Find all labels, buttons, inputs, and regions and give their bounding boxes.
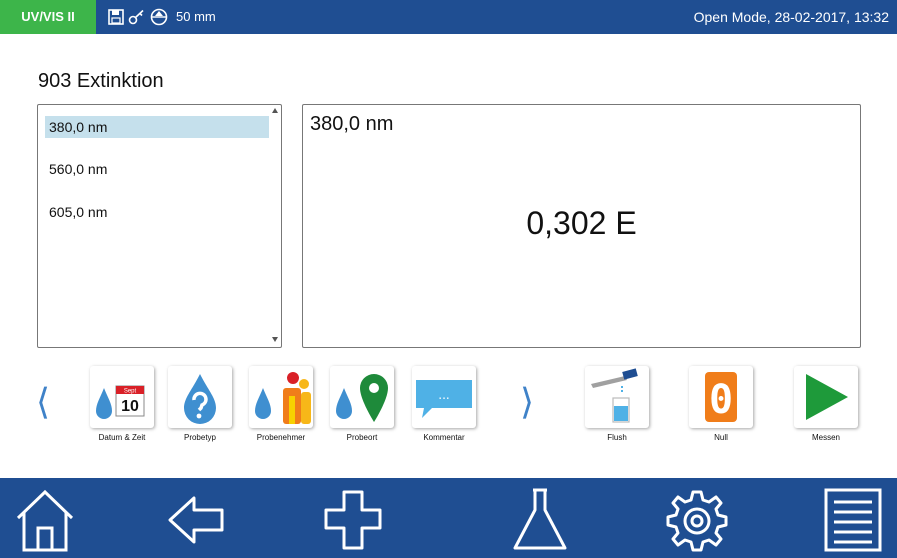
status-icons [108, 8, 168, 26]
location-drop-icon [330, 366, 394, 428]
probeort-label: Probeort [346, 433, 378, 442]
mode-datetime: Open Mode, 28-02-2017, 13:32 [693, 9, 889, 25]
result-wavelength: 380,0 nm [310, 113, 394, 135]
result-panel: 380,0 nm 0,302 E [302, 104, 861, 348]
wavelength-item-380[interactable]: 380,0 nm [45, 116, 269, 138]
person-drop-icon [249, 366, 313, 428]
save-icon [108, 9, 124, 25]
null-glyph: 0 [709, 377, 733, 423]
bottom-nav-bar [0, 478, 897, 558]
cuvette-size: 50 mm [176, 9, 216, 24]
flush-icon [585, 366, 649, 428]
page-title: 903 Extinktion [38, 70, 164, 92]
result-value: 0,302 E [526, 205, 637, 241]
kommentar-button[interactable]: ... Kommentar [412, 366, 476, 442]
toolbar-next-arrow[interactable]: ⟩ [520, 383, 534, 423]
calendar-month: Sept [124, 389, 137, 395]
flask-icon[interactable] [505, 486, 575, 554]
settings-icon[interactable] [662, 486, 732, 554]
home-icon[interactable] [10, 486, 80, 554]
question-drop-icon [168, 366, 232, 428]
calendar-day: 10 [121, 398, 139, 415]
mode-tag: UV/VIS II [0, 0, 96, 34]
probenehmer-button[interactable]: Probenehmer [249, 366, 313, 442]
probeort-button[interactable]: Probeort [330, 366, 394, 442]
wavelength-list[interactable]: 380,0 nm 560,0 nm 605,0 nm [37, 104, 282, 348]
probenehmer-label: Probenehmer [256, 433, 306, 442]
messen-label: Messen [811, 433, 840, 442]
null-label: Null [714, 433, 728, 442]
kommentar-label: Kommentar [423, 433, 465, 442]
scroll-up-arrow[interactable] [272, 108, 278, 113]
flush-button[interactable]: Flush [585, 366, 649, 442]
flush-label: Flush [607, 433, 627, 442]
menu-icon[interactable] [818, 486, 888, 554]
play-icon [794, 366, 858, 428]
probetyp-button[interactable]: Probetyp [168, 366, 232, 442]
datum-zeit-button[interactable]: Sept 10 Datum & Zeit [90, 366, 154, 442]
key-icon [128, 9, 146, 25]
toolbar-prev-arrow[interactable]: ⟨ [36, 383, 50, 423]
comment-dots: ... [438, 388, 449, 402]
wavelength-item-605[interactable]: 605,0 nm [45, 201, 269, 223]
zero-icon: 0 [689, 366, 753, 428]
calendar-drop-icon: Sept 10 [90, 366, 154, 428]
app-screen: UV/VIS II 50 mm Open Mode, 28-02-2017, 1… [0, 0, 897, 558]
back-icon[interactable] [162, 486, 232, 554]
cuvette-icon [150, 8, 168, 26]
add-icon[interactable] [318, 486, 388, 554]
comment-icon: ... [412, 366, 476, 428]
wavelength-item-560[interactable]: 560,0 nm [45, 158, 269, 180]
messen-button[interactable]: Messen [794, 366, 858, 442]
null-button[interactable]: 0 Null [689, 366, 753, 442]
scroll-down-arrow[interactable] [272, 337, 278, 342]
status-bar: UV/VIS II 50 mm Open Mode, 28-02-2017, 1… [0, 0, 897, 34]
datum-zeit-label: Datum & Zeit [98, 433, 146, 442]
probetyp-label: Probetyp [183, 433, 217, 442]
